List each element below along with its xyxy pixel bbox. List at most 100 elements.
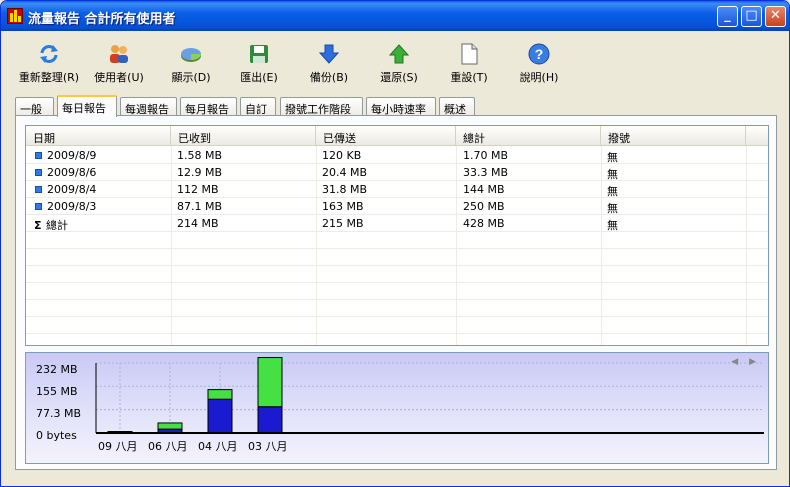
bar-received [207, 398, 233, 434]
cell-received: 112 MB [177, 183, 219, 196]
bar-sent [257, 357, 283, 408]
row-marker-icon [35, 203, 42, 210]
reset-button[interactable]: 重設(T) [447, 43, 491, 87]
minimize-button[interactable]: _ [717, 6, 738, 27]
refresh-icon [38, 43, 60, 65]
cell-dialup: 無 [607, 185, 618, 198]
total-row[interactable]: Σ 總計 214 MB 215 MB 428 MB 無 [26, 215, 768, 232]
bar-sent [207, 389, 233, 400]
tab-dialup-sessions[interactable]: 撥號工作階段 [280, 97, 363, 116]
help-icon: ? [528, 43, 550, 65]
up-arrow-icon [388, 43, 410, 65]
tab-custom[interactable]: 自訂 [240, 97, 276, 116]
empty-row [26, 283, 768, 300]
table-header: 日期 已收到 已傳送 總計 撥號 [26, 126, 768, 146]
row-marker-icon [35, 186, 42, 193]
window-title: 流量報告 合計所有使用者 [28, 12, 176, 27]
column-received[interactable]: 已收到 [171, 126, 316, 146]
cell-dialup: 無 [607, 202, 618, 215]
backup-label: 備份(B) [309, 71, 349, 84]
users-button[interactable]: 使用者(U) [91, 43, 147, 87]
users-label: 使用者(U) [94, 71, 144, 84]
total-received: 214 MB [177, 217, 219, 230]
toolbar: 重新整理(R) 使用者(U) 顯示(D) 匯出(E) 備份(B) 還原(S) 重… [1, 33, 789, 89]
empty-row [26, 300, 768, 317]
title-bar[interactable]: 流量報告 合計所有使用者 _ □ ✕ [1, 1, 789, 31]
total-total: 428 MB [463, 217, 505, 230]
help-label: 說明(H) [519, 71, 559, 84]
x-tick-label: 04 八月 [198, 440, 238, 453]
document-icon [458, 43, 480, 65]
app-bars-icon [7, 8, 23, 24]
cell-received: 87.1 MB [177, 200, 223, 213]
cell-date: 2009/8/9 [47, 149, 97, 162]
export-button[interactable]: 匯出(E) [237, 43, 281, 87]
tab-general[interactable]: 一般 [15, 97, 54, 116]
total-dialup: 無 [607, 219, 618, 232]
empty-row [26, 249, 768, 266]
row-marker-icon [35, 169, 42, 176]
empty-row [26, 232, 768, 249]
cell-total: 144 MB [463, 183, 505, 196]
cell-total: 250 MB [463, 200, 505, 213]
x-tick-label: 03 八月 [248, 440, 288, 453]
help-button[interactable]: ? 說明(H) [517, 43, 561, 87]
refresh-label: 重新整理(R) [18, 71, 80, 84]
table-row[interactable]: 2009/8/9 1.58 MB 120 KB 1.70 MB 無 [26, 147, 768, 164]
cell-received: 1.58 MB [177, 149, 223, 162]
tab-weekly-report[interactable]: 每週報告 [120, 97, 177, 116]
pie-chart-icon [180, 43, 202, 65]
bar-received [257, 406, 283, 434]
cell-total: 33.3 MB [463, 166, 509, 179]
cell-dialup: 無 [607, 151, 618, 164]
export-label: 匯出(E) [240, 71, 278, 84]
cell-sent: 31.8 MB [322, 183, 368, 196]
backup-button[interactable]: 備份(B) [307, 43, 351, 87]
restore-button[interactable]: 還原(S) [377, 43, 421, 87]
row-marker-icon [35, 152, 42, 159]
column-date[interactable]: 日期 [26, 126, 171, 146]
cell-total: 1.70 MB [463, 149, 509, 162]
cell-date: 2009/8/3 [47, 200, 97, 213]
bar-sent [157, 422, 183, 430]
display-button[interactable]: 顯示(D) [167, 43, 215, 87]
tab-daily-report[interactable]: 每日報告 [57, 95, 117, 117]
empty-row [26, 266, 768, 283]
restore-label: 還原(S) [380, 71, 418, 84]
save-icon [248, 43, 270, 65]
total-label: 總計 [46, 219, 68, 232]
x-tick-label: 06 八月 [148, 440, 188, 453]
table-row[interactable]: 2009/8/4 112 MB 31.8 MB 144 MB 無 [26, 181, 768, 198]
column-total[interactable]: 總計 [456, 126, 601, 146]
main-window: 流量報告 合計所有使用者 _ □ ✕ 重新整理(R) 使用者(U) 顯示(D) [0, 0, 790, 487]
down-arrow-icon [318, 43, 340, 65]
chart-scroll-arrows[interactable]: ◀ ▶ [731, 357, 760, 367]
svg-text:?: ? [535, 46, 544, 62]
empty-row [26, 317, 768, 334]
tab-panel: 日期 已收到 已傳送 總計 撥號 2009/8/9 1.58 MB 120 KB… [15, 115, 777, 470]
table-row[interactable]: 2009/8/6 12.9 MB 20.4 MB 33.3 MB 無 [26, 164, 768, 181]
cell-received: 12.9 MB [177, 166, 223, 179]
tab-monthly-report[interactable]: 每月報告 [180, 97, 237, 116]
report-table[interactable]: 日期 已收到 已傳送 總計 撥號 2009/8/9 1.58 MB 120 KB… [25, 125, 769, 346]
cell-sent: 120 KB [322, 149, 362, 162]
sigma-icon: Σ [34, 219, 42, 232]
cell-dialup: 無 [607, 168, 618, 181]
table-row[interactable]: 2009/8/3 87.1 MB 163 MB 250 MB 無 [26, 198, 768, 215]
refresh-button[interactable]: 重新整理(R) [15, 43, 83, 87]
column-sent[interactable]: 已傳送 [316, 126, 456, 146]
traffic-chart: 232 MB 155 MB 77.3 MB 0 bytes 09 八月 06 八… [25, 352, 769, 464]
tab-overview[interactable]: 概述 [439, 97, 475, 116]
reset-label: 重設(T) [450, 71, 488, 84]
tab-hourly-rate[interactable]: 每小時速率 [366, 97, 436, 116]
display-label: 顯示(D) [171, 71, 211, 84]
close-button[interactable]: ✕ [765, 6, 786, 27]
maximize-button[interactable]: □ [741, 6, 762, 27]
cell-date: 2009/8/6 [47, 166, 97, 179]
users-icon [108, 43, 130, 65]
column-dialup[interactable]: 撥號 [601, 126, 746, 146]
total-sent: 215 MB [322, 217, 364, 230]
cell-date: 2009/8/4 [47, 183, 97, 196]
cell-sent: 20.4 MB [322, 166, 368, 179]
x-tick-label: 09 八月 [98, 440, 138, 453]
